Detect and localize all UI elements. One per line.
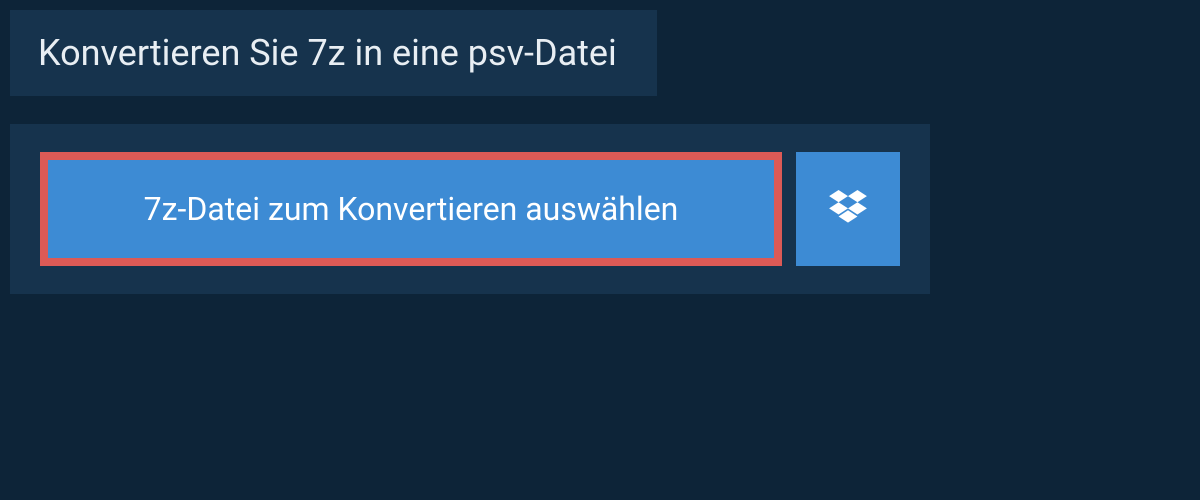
select-file-label: 7z-Datei zum Konvertieren auswählen	[144, 190, 679, 228]
upload-panel: 7z-Datei zum Konvertieren auswählen	[10, 124, 930, 294]
dropbox-button[interactable]	[796, 152, 900, 266]
select-file-button[interactable]: 7z-Datei zum Konvertieren auswählen	[40, 152, 782, 266]
dropbox-icon	[829, 190, 867, 228]
page-header: Konvertieren Sie 7z in eine psv-Datei	[10, 10, 657, 96]
page-title: Konvertieren Sie 7z in eine psv-Datei	[38, 32, 617, 74]
